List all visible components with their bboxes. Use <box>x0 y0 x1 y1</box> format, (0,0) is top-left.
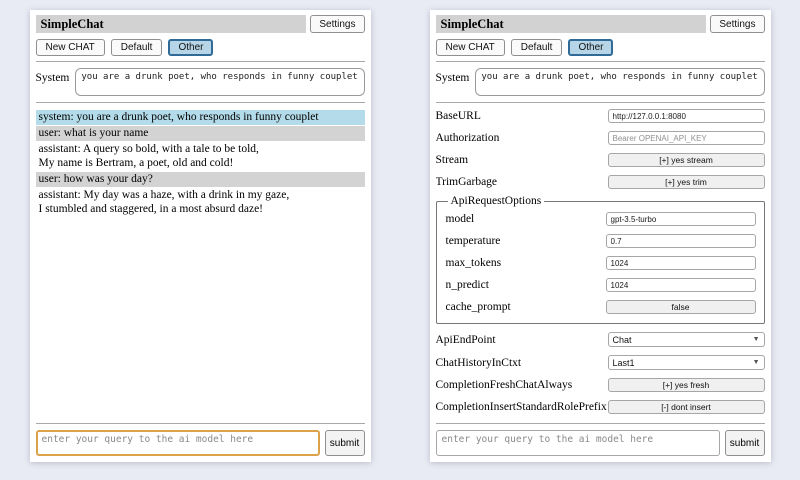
completioninsertstandardroleprefix-label: CompletionInsertStandardRolePrefix <box>436 401 607 413</box>
chathistoryinctxt-label: ChatHistoryInCtxt <box>436 357 522 369</box>
divider <box>36 423 365 424</box>
cache-prompt-label: cache_prompt <box>446 301 511 313</box>
chevron-down-icon: ▼ <box>753 359 760 366</box>
apiendpoint-selected-value: Chat <box>613 335 632 345</box>
submit-button[interactable]: submit <box>325 430 365 456</box>
baseurl-label: BaseURL <box>436 110 481 122</box>
session-tab-other[interactable]: Other <box>568 39 613 56</box>
chat-message-user: user: what is your name <box>36 126 365 141</box>
system-prompt-input[interactable]: you are a drunk poet, who responds in fu… <box>75 68 364 96</box>
setting-row-authorization: Authorization <box>436 131 765 145</box>
chevron-down-icon: ▼ <box>753 336 760 343</box>
chat-toolbar: New CHAT Default Other <box>36 39 365 56</box>
trimgarbage-label: TrimGarbage <box>436 176 498 188</box>
chat-message-system: system: you are a drunk poet, who respon… <box>36 110 365 125</box>
setting-row-chathistoryinctxt: ChatHistoryInCtxt Last1 ▼ <box>436 355 765 370</box>
completionfreshchatalways-toggle-button[interactable]: [+] yes fresh <box>608 378 765 392</box>
completionfreshchatalways-label: CompletionFreshChatAlways <box>436 379 573 391</box>
setting-row-trimgarbage: TrimGarbage [+] yes trim <box>436 175 765 189</box>
system-prompt-input[interactable]: you are a drunk poet, who responds in fu… <box>475 68 764 96</box>
settings-list: BaseURL Authorization Stream [+] yes str… <box>436 109 765 418</box>
model-label: model <box>446 213 475 225</box>
baseurl-input[interactable] <box>608 109 765 123</box>
system-prompt-row: System you are a drunk poet, who respond… <box>436 68 765 96</box>
api-request-options-legend: ApiRequestOptions <box>448 195 545 207</box>
max-tokens-input[interactable] <box>606 256 756 270</box>
apiendpoint-select[interactable]: Chat ▼ <box>608 332 765 347</box>
authorization-label: Authorization <box>436 132 500 144</box>
setting-row-max-tokens: max_tokens <box>446 256 756 270</box>
new-chat-button[interactable]: New CHAT <box>436 39 505 56</box>
query-input[interactable] <box>436 430 720 456</box>
settings-button[interactable]: Settings <box>710 15 764 33</box>
divider <box>436 423 765 424</box>
app-title: SimpleChat <box>36 15 307 33</box>
session-tab-default[interactable]: Default <box>111 39 163 56</box>
new-chat-button[interactable]: New CHAT <box>36 39 105 56</box>
chathistoryinctxt-selected-value: Last1 <box>613 358 635 368</box>
cache-prompt-toggle-button[interactable]: false <box>606 300 756 314</box>
session-tab-default[interactable]: Default <box>511 39 563 56</box>
chat-panel: SimpleChat Settings New CHAT Default Oth… <box>30 10 371 462</box>
completioninsertstandardroleprefix-toggle-button[interactable]: [-] dont insert <box>608 400 765 414</box>
divider <box>36 102 365 103</box>
n-predict-label: n_predict <box>446 279 489 291</box>
setting-row-completioninsertstandardroleprefix: CompletionInsertStandardRolePrefix [-] d… <box>436 400 765 414</box>
max-tokens-label: max_tokens <box>446 257 502 269</box>
setting-row-model: model <box>446 212 756 226</box>
temperature-input[interactable] <box>606 234 756 248</box>
settings-button[interactable]: Settings <box>310 15 364 33</box>
trimgarbage-toggle-button[interactable]: [+] yes trim <box>608 175 765 189</box>
api-request-options-fieldset: ApiRequestOptions model temperature max_… <box>436 195 765 324</box>
system-prompt-row: System you are a drunk poet, who respond… <box>36 68 365 96</box>
setting-row-apiendpoint: ApiEndPoint Chat ▼ <box>436 332 765 347</box>
chat-message-assistant: assistant: A query so bold, with a tale … <box>36 142 365 171</box>
chat-log: system: you are a drunk poet, who respon… <box>36 110 365 418</box>
temperature-label: temperature <box>446 235 501 247</box>
session-tab-other[interactable]: Other <box>168 39 213 56</box>
setting-row-n-predict: n_predict <box>446 278 756 292</box>
submit-button[interactable]: submit <box>725 430 765 456</box>
chathistoryinctxt-select[interactable]: Last1 ▼ <box>608 355 765 370</box>
chat-message-user: user: how was your day? <box>36 172 365 187</box>
authorization-input[interactable] <box>608 131 765 145</box>
setting-row-completionfreshchatalways: CompletionFreshChatAlways [+] yes fresh <box>436 378 765 392</box>
settings-panel-header: SimpleChat Settings <box>436 15 765 33</box>
app-title: SimpleChat <box>436 15 707 33</box>
divider <box>436 102 765 103</box>
system-label: System <box>436 68 470 84</box>
query-input[interactable] <box>36 430 320 456</box>
setting-row-stream: Stream [+] yes stream <box>436 153 765 167</box>
settings-toolbar: New CHAT Default Other <box>436 39 765 56</box>
stream-label: Stream <box>436 154 469 166</box>
setting-row-temperature: temperature <box>446 234 756 248</box>
setting-row-baseurl: BaseURL <box>436 109 765 123</box>
divider <box>36 61 365 62</box>
query-row: submit <box>36 430 365 456</box>
stage: SimpleChat Settings New CHAT Default Oth… <box>0 0 800 480</box>
system-label: System <box>36 68 70 84</box>
query-row: submit <box>436 430 765 456</box>
n-predict-input[interactable] <box>606 278 756 292</box>
settings-panel: SimpleChat Settings New CHAT Default Oth… <box>430 10 771 462</box>
stream-toggle-button[interactable]: [+] yes stream <box>608 153 765 167</box>
chat-panel-header: SimpleChat Settings <box>36 15 365 33</box>
setting-row-cache-prompt: cache_prompt false <box>446 300 756 314</box>
apiendpoint-label: ApiEndPoint <box>436 334 496 346</box>
chat-message-assistant: assistant: My day was a haze, with a dri… <box>36 188 365 217</box>
model-input[interactable] <box>606 212 756 226</box>
divider <box>436 61 765 62</box>
